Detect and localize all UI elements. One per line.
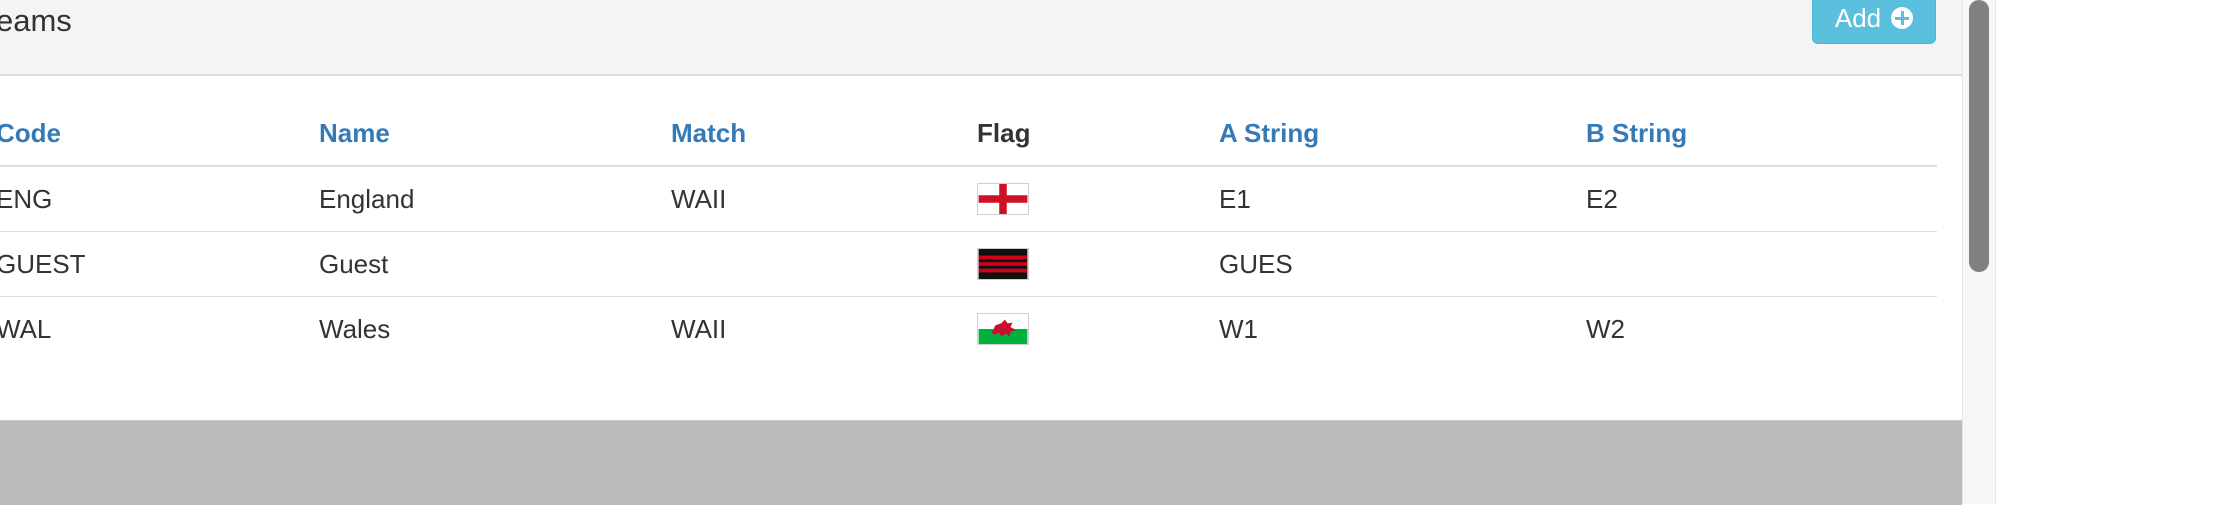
plus-circle-icon [1891,7,1914,29]
column-header-a-string[interactable]: A String [1219,76,1319,165]
cell-code: GUEST [0,248,86,279]
cell-name: England [319,183,415,214]
cell-code: ENG [0,183,53,214]
scrollbar-thumb[interactable] [1969,0,1989,272]
page-title: eams [0,3,72,38]
panel-header: eams Add [0,0,1962,76]
add-button-label: Add [1834,2,1882,33]
column-header-match[interactable]: Match [671,76,746,165]
guest-flag-icon [977,248,1029,280]
cell-match: WAII [671,183,727,214]
column-header-flag: Flag [977,118,1031,148]
cell-match: WAII [671,313,727,344]
teams-table: Code Name Match Flag A String B String E… [0,76,1937,361]
wales-flag-icon [977,313,1029,345]
vertical-scrollbar[interactable] [1962,0,1996,504]
cell-a-string: GUES [1219,248,1293,279]
cell-flag [977,297,1029,361]
add-button[interactable]: Add [1812,0,1936,44]
teams-panel: eams Add Code Name Match Flag A String B… [0,0,1962,505]
cell-flag [977,232,1029,296]
cell-b-string: E2 [1586,183,1618,214]
cell-a-string: E1 [1219,183,1251,214]
cell-name: Guest [319,248,389,279]
panel-footer [0,420,1962,505]
column-header-code[interactable]: Code [0,76,61,165]
table-row[interactable]: WAL Wales WAII W1 W2 [0,297,1937,361]
cell-a-string: W1 [1219,313,1258,344]
column-header-b-string[interactable]: B String [1586,76,1687,165]
column-header-name[interactable]: Name [319,76,390,165]
cell-b-string: W2 [1586,313,1625,344]
cell-code: WAL [0,313,52,344]
england-flag-icon [977,183,1029,215]
cell-name: Wales [319,313,391,344]
table-row[interactable]: GUEST Guest GUES [0,232,1937,297]
table-row[interactable]: ENG England WAII E1 E2 [0,167,1937,232]
cell-flag [977,167,1029,231]
table-header-row: Code Name Match Flag A String B String [0,76,1937,167]
